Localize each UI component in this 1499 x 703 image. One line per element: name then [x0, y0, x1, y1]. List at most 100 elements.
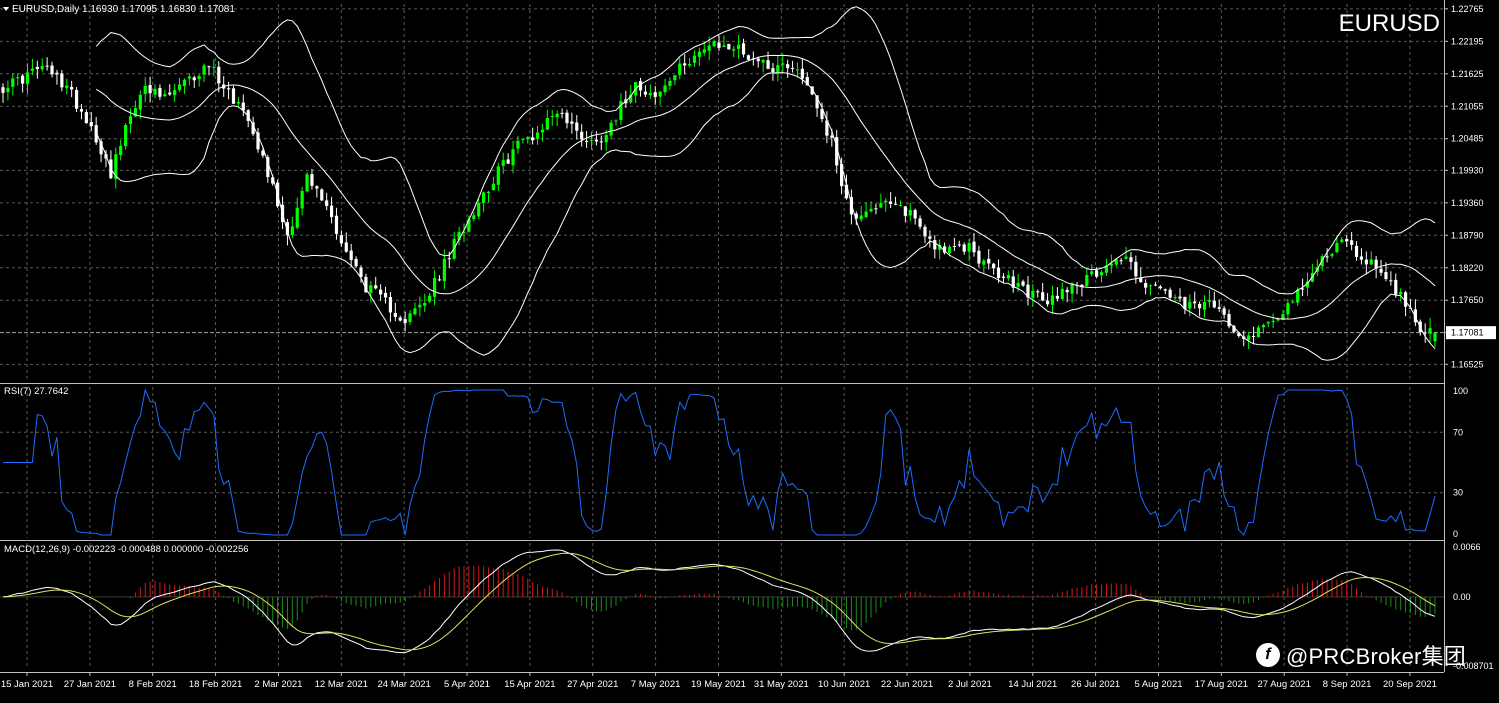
candle-body	[540, 129, 545, 133]
candle-body	[1433, 332, 1437, 342]
rsi-tick-label: 0	[1453, 529, 1458, 539]
candle-body	[325, 200, 329, 206]
candle-body	[1041, 292, 1045, 301]
candle-body	[1095, 270, 1099, 277]
candle-body	[1021, 281, 1025, 286]
candle-body	[418, 304, 422, 308]
candle-body	[379, 289, 383, 295]
y-tick-label: 1.22765	[1451, 4, 1484, 14]
candle-body	[1212, 300, 1216, 308]
macd-panel	[2, 549, 1436, 654]
candle-body	[50, 65, 54, 75]
candle-body	[423, 302, 427, 306]
candle-body	[231, 88, 236, 104]
bollinger-middle	[95, 54, 1436, 320]
candle-body	[1300, 288, 1305, 290]
candle-body	[1394, 279, 1398, 295]
candle-body	[992, 263, 996, 269]
candle-body	[192, 77, 196, 81]
candle-body	[158, 87, 162, 97]
candle-body	[1050, 295, 1055, 305]
candle-body	[535, 132, 540, 139]
grid	[0, 0, 1445, 673]
candle-body	[1090, 271, 1094, 275]
x-tick-label: 2 Mar 2021	[254, 679, 302, 690]
candle-body	[413, 308, 417, 315]
symbol-title: EURUSD	[1339, 10, 1440, 37]
candle-body	[913, 210, 917, 219]
x-tick-label: 20 Sep 2021	[1383, 679, 1437, 690]
y-tick-label: 1.19360	[1451, 198, 1484, 208]
candle-body	[732, 49, 736, 51]
candle-body	[173, 90, 177, 96]
candle-body	[594, 139, 598, 142]
candle-body	[722, 45, 726, 47]
candle-body	[702, 49, 706, 53]
x-tick-label: 22 Jun 2021	[881, 679, 933, 690]
macd-line	[2, 549, 1436, 654]
x-tick-label: 2 Jul 2021	[948, 679, 992, 690]
candle-body	[1266, 321, 1270, 324]
candle-body	[16, 77, 20, 79]
macd-label: MACD(12,26,9) -0.002223 -0.000488 0.0000…	[4, 544, 249, 555]
candle-body	[1227, 314, 1231, 327]
candle-body	[369, 285, 373, 293]
candle-body	[893, 203, 898, 205]
candle-body	[933, 240, 937, 250]
y-tick-label: 1.16525	[1451, 359, 1484, 369]
candle-body	[575, 122, 579, 131]
candle-body	[604, 135, 608, 143]
candle-body	[687, 63, 692, 66]
candle-body	[1325, 256, 1329, 258]
candle-body	[70, 86, 74, 90]
candle-body	[776, 65, 780, 74]
candle-body	[217, 66, 221, 84]
candle-body	[648, 93, 652, 96]
y-tick-label: 1.18790	[1451, 230, 1484, 240]
candle-body	[947, 246, 952, 254]
x-tick-label: 27 Aug 2021	[1258, 679, 1311, 690]
candle-body	[403, 319, 407, 324]
brand-logo-icon: f	[1256, 643, 1280, 667]
chart-canvas[interactable]: 15 Jan 2021 27 Jan 2021 8 Feb 2021 18 Feb 2…	[0, 0, 1499, 698]
candle-body	[1217, 307, 1221, 309]
candle-body	[1173, 297, 1177, 299]
candle-body	[295, 207, 299, 228]
x-tick-label: 8 Feb 2021	[129, 679, 177, 690]
x-tick-label: 27 Jan 2021	[64, 679, 116, 690]
candle-body	[717, 42, 721, 48]
candle-body	[1163, 289, 1167, 291]
candle-body	[182, 79, 187, 87]
candle-body	[428, 295, 432, 302]
candle-body	[521, 138, 525, 140]
x-tick-label: 5 Aug 2021	[1134, 679, 1182, 690]
candle-body	[889, 201, 893, 204]
candle-body	[1036, 291, 1040, 293]
candle-body	[1247, 335, 1251, 341]
candle-body	[727, 43, 731, 50]
candle-body	[962, 244, 966, 252]
candle-body	[746, 55, 751, 60]
watermark: f @PRCBroker集团	[1256, 640, 1466, 670]
x-tick-label: 5 Apr 2021	[444, 679, 490, 690]
candle-body	[668, 80, 672, 86]
candle-body	[119, 145, 123, 156]
candle-body	[1261, 325, 1265, 328]
candle-body	[437, 279, 442, 281]
candle-body	[516, 140, 520, 149]
rsi-tick-label: 30	[1453, 488, 1463, 498]
candle-body	[982, 260, 986, 265]
candle-body	[977, 250, 981, 264]
candle-body	[1129, 257, 1133, 262]
candle-body	[584, 140, 589, 142]
y-tick-label: 1.21055	[1451, 101, 1484, 111]
rsi-label: RSI(7) 27.7642	[4, 386, 68, 397]
rsi-panel	[3, 388, 1436, 536]
chart-window[interactable]: 15 Jan 2021 27 Jan 2021 8 Feb 2021 18 Feb 2…	[0, 0, 1499, 698]
candle-body	[800, 68, 804, 79]
candle-body	[1291, 301, 1295, 303]
candle-body	[859, 215, 863, 220]
candle-body	[761, 59, 765, 63]
candle-body	[712, 41, 716, 47]
candle-body	[1045, 300, 1050, 305]
